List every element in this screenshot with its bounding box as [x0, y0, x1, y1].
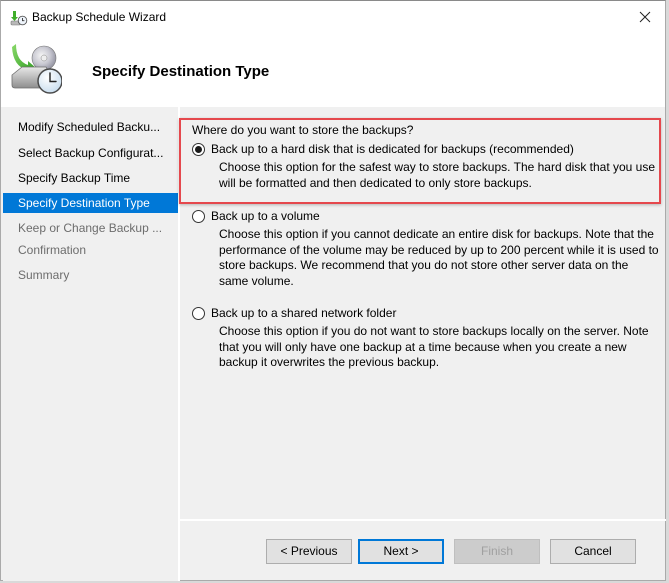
wizard-steps: Modify Scheduled Backu... Select Backup … — [3, 107, 178, 581]
wizard-content: Where do you want to store the backups? … — [180, 107, 666, 519]
option-label[interactable]: Back up to a hard disk that is dedicated… — [211, 142, 574, 156]
radio-dedicated-hard-disk[interactable] — [192, 143, 205, 156]
step-specify-destination-type[interactable]: Specify Destination Type — [3, 193, 178, 213]
radio-volume[interactable] — [192, 210, 205, 223]
radio-shared-network-folder[interactable] — [192, 307, 205, 320]
option-description: Choose this option if you do not want to… — [219, 324, 649, 369]
close-icon — [639, 11, 651, 23]
option-label[interactable]: Back up to a volume — [211, 209, 320, 223]
finish-button: Finish — [454, 539, 540, 564]
backup-schedule-icon — [10, 11, 28, 26]
option-description: Choose this option if you cannot dedicat… — [219, 227, 659, 288]
title-bar: Backup Schedule Wizard — [1, 1, 665, 33]
step-summary: Summary — [18, 268, 70, 282]
close-button[interactable] — [625, 1, 665, 33]
step-confirmation: Confirmation — [18, 243, 87, 257]
option-label[interactable]: Back up to a shared network folder — [211, 306, 396, 320]
wizard-header: Specify Destination Type — [1, 33, 665, 107]
wizard-window: Backup Schedule Wizard Specify Destinati… — [0, 0, 666, 581]
destination-question: Where do you want to store the backups? — [192, 123, 414, 137]
step-specify-backup-time[interactable]: Specify Backup Time — [3, 168, 178, 188]
step-select-backup-configuration[interactable]: Select Backup Configurat... — [3, 143, 178, 163]
page-title: Specify Destination Type — [92, 63, 270, 80]
step-keep-or-change-backup: Keep or Change Backup ... — [18, 221, 163, 235]
next-button[interactable]: Next > — [358, 539, 444, 564]
wizard-footer: < Previous Next > Finish Cancel — [180, 521, 666, 581]
option-description: Choose this option for the safest way to… — [219, 160, 656, 190]
step-modify-scheduled-backup[interactable]: Modify Scheduled Backu... — [3, 117, 178, 137]
backup-disk-clock-icon — [11, 44, 62, 94]
window-title: Backup Schedule Wizard — [32, 10, 167, 24]
cancel-button[interactable]: Cancel — [550, 539, 636, 564]
previous-button[interactable]: < Previous — [266, 539, 352, 564]
